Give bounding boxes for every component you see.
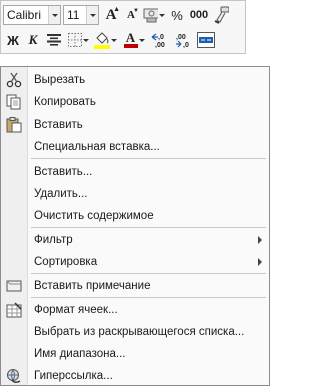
menu-item-label: Специальная вставка...	[34, 140, 160, 153]
accounting-format-button[interactable]	[141, 4, 167, 26]
thousands-label: 000	[189, 9, 209, 21]
borders-icon	[67, 33, 82, 47]
context-menu: Вырезать Копировать Вставить Специальная…	[0, 66, 270, 386]
format-painter-icon	[214, 6, 229, 24]
paste-icon	[5, 116, 23, 134]
bold-label: Ж	[7, 32, 19, 48]
menu-item-cut[interactable]: Вырезать	[1, 70, 269, 89]
increase-decimal-button[interactable]: ,0 ,00	[149, 29, 173, 51]
comment-icon	[5, 277, 23, 295]
menu-item-copy[interactable]: Копировать	[1, 92, 269, 111]
comma-style-button[interactable]: 000	[187, 4, 211, 26]
svg-text:,00: ,00	[155, 42, 165, 48]
font-name-combo[interactable]: Calibri	[3, 5, 61, 25]
menu-item-label: Копировать	[34, 95, 96, 108]
menu-item-sort[interactable]: Сортировка	[1, 252, 269, 271]
decrease-decimal-icon: ,00 ,0	[176, 34, 189, 48]
chevron-down-icon[interactable]	[159, 13, 165, 17]
menu-item-label: Вставить	[34, 118, 83, 131]
chevron-down-icon[interactable]	[138, 38, 145, 42]
submenu-arrow-icon	[258, 257, 262, 266]
scissors-icon	[5, 71, 23, 89]
format-painter-button[interactable]	[211, 4, 231, 26]
menu-item-paste[interactable]: Вставить	[1, 115, 269, 134]
menu-item-insert-comment[interactable]: Вставить примечание	[1, 276, 269, 295]
menu-item-label: Выбрать из раскрывающегося списка...	[34, 325, 245, 338]
menu-item-label: Формат ячеек...	[34, 303, 118, 316]
menu-item-label: Вставить...	[34, 165, 93, 178]
menu-separator	[31, 297, 266, 298]
menu-item-clear-contents[interactable]: Очистить содержимое	[1, 206, 269, 225]
menu-item-format-cells[interactable]: Формат ячеек...	[1, 300, 269, 319]
bold-button[interactable]: Ж	[3, 29, 23, 51]
grow-arrow-icon: ▲	[113, 6, 120, 13]
menu-separator	[31, 158, 266, 159]
chevron-down-icon[interactable]	[48, 6, 60, 24]
decrease-decimal-button[interactable]: ,00 ,0	[173, 29, 195, 51]
font-name-value: Calibri	[7, 8, 42, 22]
menu-item-hyperlink[interactable]: Гиперссылка...	[1, 366, 269, 385]
menu-item-label: Гиперссылка...	[34, 369, 113, 382]
menu-item-label: Вставить примечание	[34, 279, 151, 292]
merge-cells-icon	[197, 32, 215, 48]
italic-label: К	[28, 32, 38, 47]
align-center-icon	[47, 34, 61, 46]
mini-toolbar-row-2: Ж К A ,0 ,00 ,00 ,0	[3, 28, 217, 52]
chevron-down-icon[interactable]	[82, 38, 89, 42]
menu-separator	[31, 273, 266, 274]
chevron-down-icon[interactable]	[86, 6, 98, 24]
shrink-arrow-icon: ▼	[133, 8, 139, 14]
menu-item-paste-special[interactable]: Специальная вставка...	[1, 137, 269, 156]
menu-item-label: Удалить...	[34, 187, 88, 200]
shrink-font-button[interactable]: A ▼	[121, 4, 141, 26]
chevron-down-icon[interactable]	[110, 38, 117, 42]
menu-item-label: Сортировка	[34, 255, 98, 268]
menu-item-delete[interactable]: Удалить...	[1, 184, 269, 203]
grow-font-button[interactable]: A ▲	[101, 4, 121, 26]
borders-button[interactable]	[65, 29, 91, 51]
svg-text:,0: ,0	[183, 42, 189, 48]
font-size-combo[interactable]: 11	[63, 5, 99, 25]
font-size-value: 11	[67, 8, 80, 22]
font-color-button[interactable]: A	[119, 29, 149, 51]
menu-item-label: Очистить содержимое	[34, 209, 154, 222]
menu-item-label: Фильтр	[34, 233, 73, 246]
hyperlink-icon	[5, 367, 23, 385]
fill-color-bar	[93, 45, 110, 49]
mini-toolbar: Calibri 11 A ▲ A ▼ % 000 Ж К A ,0 ,00 ,0…	[0, 0, 246, 54]
money-icon	[143, 8, 158, 23]
italic-button[interactable]: К	[23, 29, 43, 51]
font-color-letter: A	[125, 30, 136, 45]
mini-toolbar-row-1: Calibri 11 A ▲ A ▼ % 000	[3, 3, 231, 27]
format-cells-icon	[5, 301, 23, 319]
menu-item-insert[interactable]: Вставить...	[1, 162, 269, 181]
menu-item-label: Имя диапазона...	[34, 347, 126, 360]
svg-text:,00: ,00	[176, 34, 186, 41]
fill-bucket-icon	[93, 32, 110, 49]
font-color-bar	[123, 44, 138, 48]
percent-style-button[interactable]: %	[167, 4, 187, 26]
merge-center-button[interactable]	[195, 29, 217, 51]
percent-label: %	[171, 7, 183, 23]
menu-item-label: Вырезать	[34, 73, 86, 86]
fill-color-button[interactable]	[91, 29, 119, 51]
align-center-button[interactable]	[43, 29, 65, 51]
menu-separator	[31, 227, 266, 228]
copy-icon	[5, 93, 23, 111]
increase-decimal-icon: ,0 ,00	[151, 33, 165, 48]
menu-item-filter[interactable]: Фильтр	[1, 230, 269, 249]
menu-item-pick-from-dropdown[interactable]: Выбрать из раскрывающегося списка...	[1, 322, 269, 341]
menu-item-name-range[interactable]: Имя диапазона...	[1, 344, 269, 363]
submenu-arrow-icon	[258, 235, 262, 244]
svg-text:,0: ,0	[158, 34, 164, 41]
